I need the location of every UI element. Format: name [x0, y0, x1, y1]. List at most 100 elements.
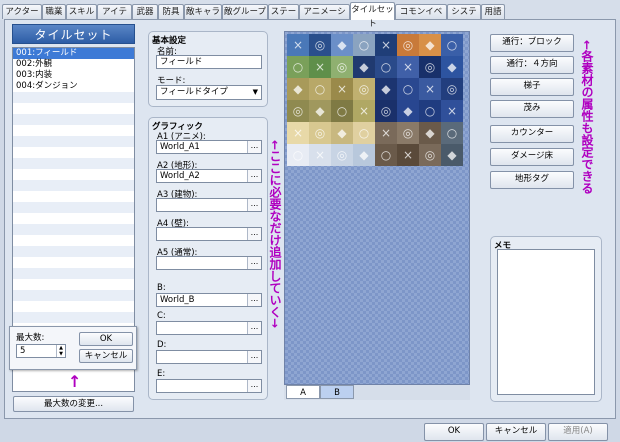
memo-textarea[interactable]	[497, 249, 595, 395]
tile-cell[interactable]: ◆	[287, 78, 309, 100]
tile-cell[interactable]: ×	[287, 122, 309, 144]
list-item[interactable]: 004:ダンジョン	[13, 81, 134, 92]
tile-cell[interactable]: ○	[441, 122, 463, 144]
tile-cell[interactable]: ◆	[419, 34, 441, 56]
counter-button[interactable]: カウンター	[490, 125, 574, 143]
tile-cell[interactable]: ◆	[353, 144, 375, 166]
tile-palette[interactable]: × ◎ ◆ ○ × ◎ ◆ ○ ○ × ◎ ◆ ○ × ◎ ◆ ◆ ○ × ◎ ◆ ○ × ◎ ◎ ◆ ○ × ◎ ◆ ○ × × ◎ ◆ ○ × ◎ ◆ ○…	[284, 31, 470, 385]
tile-cell[interactable]: ◎	[397, 122, 419, 144]
max-count-input[interactable]: 5 ▲ ▼	[16, 344, 66, 358]
list-item[interactable]: 002:外観	[13, 59, 134, 70]
tile-cell[interactable]: ◆	[353, 56, 375, 78]
tile-cell[interactable]: ◎	[309, 122, 331, 144]
tile-cell[interactable]: ×	[353, 100, 375, 122]
tile-cell[interactable]: ○	[287, 144, 309, 166]
tab-troop[interactable]: 敵グループ	[222, 4, 268, 19]
apply-button[interactable]: 適用(A)	[548, 423, 608, 441]
terrain-tag-button[interactable]: 地形タグ	[490, 171, 574, 189]
tile-cell[interactable]: ◆	[331, 122, 353, 144]
slot-b-field[interactable]: World_B...	[156, 293, 262, 307]
tile-cell[interactable]: ×	[397, 56, 419, 78]
max-cancel-button[interactable]: キャンセル	[79, 349, 133, 363]
browse-button[interactable]: ...	[247, 141, 261, 153]
tile-cell[interactable]: ○	[309, 78, 331, 100]
tile-cell[interactable]: ◎	[353, 78, 375, 100]
slot-a1-field[interactable]: World_A1...	[156, 140, 262, 154]
tile-cell[interactable]: ◆	[331, 34, 353, 56]
tile-cell[interactable]: ×	[331, 78, 353, 100]
damage-floor-button[interactable]: ダメージ床	[490, 148, 574, 166]
tile-cell[interactable]: ×	[375, 34, 397, 56]
tile-cell[interactable]: ○	[353, 122, 375, 144]
browse-button[interactable]: ...	[247, 199, 261, 211]
tab-animation[interactable]: アニメーション	[299, 4, 350, 31]
max-ok-button[interactable]: OK	[79, 332, 133, 346]
browse-button[interactable]: ...	[247, 380, 261, 392]
slot-e-field[interactable]: ...	[156, 379, 262, 393]
tile-tab-a[interactable]: A	[286, 385, 320, 399]
tile-cell[interactable]: ×	[419, 78, 441, 100]
tile-cell[interactable]: ◎	[287, 100, 309, 122]
tile-cell[interactable]: ◎	[419, 56, 441, 78]
slot-a4-field[interactable]: ...	[156, 227, 262, 241]
tile-cell[interactable]: ◎	[441, 78, 463, 100]
tab-item[interactable]: アイテム	[97, 4, 132, 31]
browse-button[interactable]: ...	[247, 294, 261, 306]
spinner-icon[interactable]: ▲ ▼	[56, 345, 65, 357]
tile-cell[interactable]: ○	[375, 144, 397, 166]
tile-cell[interactable]: ◎	[331, 144, 353, 166]
tile-cell[interactable]: ◆	[441, 144, 463, 166]
bush-button[interactable]: 茂み	[490, 100, 574, 118]
passage-4dir-button[interactable]: 通行：４方向	[490, 56, 574, 74]
tab-enemy[interactable]: 敵キャラ	[184, 4, 222, 19]
tile-cell[interactable]: ◎	[419, 144, 441, 166]
tile-cell[interactable]: ○	[419, 100, 441, 122]
tile-cell[interactable]: ×	[309, 144, 331, 166]
tile-cell[interactable]: ×	[287, 34, 309, 56]
ladder-button[interactable]: 梯子	[490, 78, 574, 96]
tile-cell[interactable]: ×	[397, 144, 419, 166]
browse-button[interactable]: ...	[247, 322, 261, 334]
tile-cell[interactable]: ○	[353, 34, 375, 56]
slot-a5-field[interactable]: ...	[156, 256, 262, 270]
browse-button[interactable]: ...	[247, 351, 261, 363]
tab-common-event[interactable]: コモンイベント	[395, 4, 447, 31]
browse-button[interactable]: ...	[247, 170, 261, 182]
tile-cell[interactable]: ◆	[397, 100, 419, 122]
tile-cell[interactable]: ◆	[419, 122, 441, 144]
tile-cell[interactable]: ○	[397, 78, 419, 100]
tab-class[interactable]: 職業	[42, 4, 66, 19]
tab-terms[interactable]: 用語	[481, 4, 505, 19]
tile-cell[interactable]: ×	[309, 56, 331, 78]
tab-system[interactable]: システム	[447, 4, 481, 31]
tile-cell[interactable]: ◆	[309, 100, 331, 122]
ok-button[interactable]: OK	[424, 423, 484, 441]
tab-weapon[interactable]: 武器	[132, 4, 158, 19]
tile-cell[interactable]: ×	[375, 122, 397, 144]
tile-cell[interactable]: ○	[441, 34, 463, 56]
tab-skill[interactable]: スキル	[66, 4, 97, 19]
tab-tileset[interactable]: タイルセット	[350, 2, 395, 29]
tile-cell[interactable]: ◎	[375, 100, 397, 122]
tile-cell[interactable]: ◆	[375, 78, 397, 100]
cancel-button[interactable]: キャンセル	[486, 423, 546, 441]
tile-tab-b[interactable]: B	[320, 385, 354, 399]
list-item[interactable]: 003:内装	[13, 70, 134, 81]
slot-a2-field[interactable]: World_A2...	[156, 169, 262, 183]
slot-c-field[interactable]: ...	[156, 321, 262, 335]
tile-cell[interactable]: ○	[331, 100, 353, 122]
mode-select[interactable]: フィールドタイプ ▼	[156, 85, 262, 100]
tile-cell[interactable]: ×	[441, 100, 463, 122]
name-input[interactable]: フィールド	[156, 55, 262, 69]
passage-block-button[interactable]: 通行：ブロック	[490, 34, 574, 52]
tab-state[interactable]: ステート	[268, 4, 299, 31]
change-max-button[interactable]: 最大数の変更...	[13, 396, 134, 412]
tile-cell[interactable]: ◎	[331, 56, 353, 78]
tab-armor[interactable]: 防具	[158, 4, 184, 19]
slot-d-field[interactable]: ...	[156, 350, 262, 364]
tile-cell[interactable]: ◎	[397, 34, 419, 56]
browse-button[interactable]: ...	[247, 228, 261, 240]
tile-cell[interactable]: ○	[287, 56, 309, 78]
list-item[interactable]: 001:フィールド	[13, 48, 134, 59]
tab-actor[interactable]: アクター	[2, 4, 42, 19]
